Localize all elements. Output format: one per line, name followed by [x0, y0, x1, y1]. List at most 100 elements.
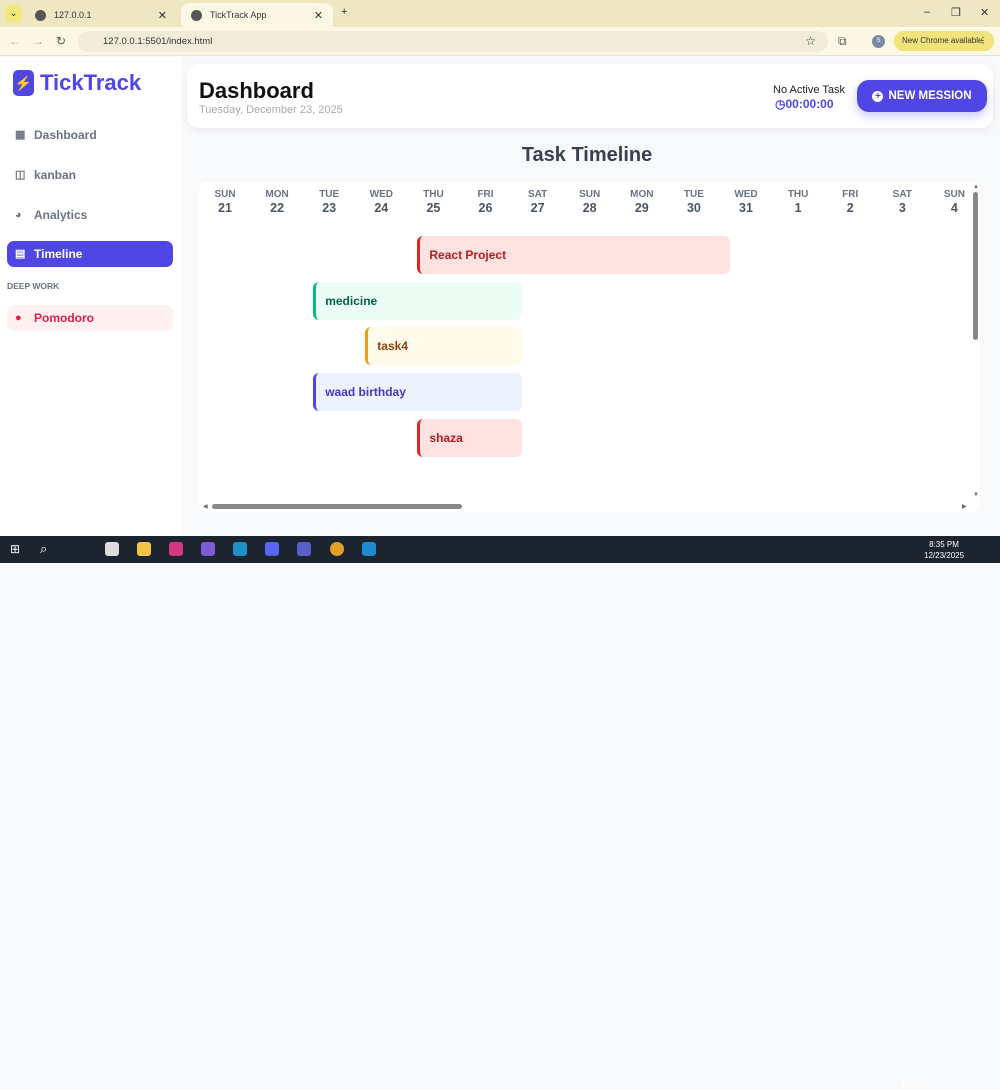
day-name: MON	[265, 189, 289, 200]
day-name: SUN	[214, 189, 236, 200]
discord-icon[interactable]	[265, 542, 279, 556]
logo[interactable]: ⚡ TickTrack	[13, 70, 141, 96]
scroll-left-arrow[interactable]: ◀	[203, 503, 208, 510]
new-mission-button[interactable]: + NEW MESSION	[857, 80, 987, 112]
day-name: TUE	[319, 189, 340, 200]
update-label: New Chrome available	[902, 36, 983, 45]
day-number: 31	[739, 201, 753, 215]
day-column-header: SAT 27	[512, 189, 564, 215]
visual-studio-icon[interactable]	[201, 542, 215, 556]
day-number: 30	[686, 201, 701, 215]
url-input[interactable]: 127.0.0.1:5501/index.html ☆	[78, 31, 828, 52]
globe-icon	[35, 9, 46, 21]
browser-tab[interactable]: 127.0.0.1 ✕	[25, 3, 177, 27]
plus-icon: +	[872, 90, 884, 102]
day-column-header: TUE 30	[668, 189, 720, 215]
minimize-button[interactable]: –	[924, 6, 930, 18]
day-name: SAT	[892, 189, 912, 200]
day-name: SUN	[579, 189, 601, 200]
day-number: 2	[846, 201, 854, 215]
tab-label: TickTrack App	[210, 10, 267, 20]
task-bar[interactable]: medicine	[313, 281, 522, 320]
task-timer: ◷00:00:00	[775, 97, 834, 111]
chrome-icon[interactable]	[330, 542, 344, 556]
day-column-header: TUE 23	[303, 189, 355, 215]
update-chrome-button[interactable]: New Chrome available ⋮	[894, 31, 994, 51]
bolt-icon: ⚡	[13, 70, 34, 96]
vertical-scrollbar[interactable]	[973, 192, 978, 340]
sidebar-item-timeline[interactable]: ▤ Timeline	[7, 241, 173, 267]
day-name: THU	[423, 189, 444, 200]
star-icon[interactable]: ☆	[805, 31, 816, 52]
sidebar-item-analytics[interactable]: ◕ Analytics	[7, 202, 173, 228]
day-number: 22	[270, 201, 285, 215]
day-number: 1	[794, 201, 802, 215]
new-tab-button[interactable]: +	[341, 6, 347, 18]
horizontal-scrollbar[interactable]	[212, 504, 462, 509]
maximize-button[interactable]: ❐	[951, 6, 961, 19]
day-column-header: SAT 3	[876, 189, 928, 215]
tab-search-button[interactable]: ⌄	[5, 5, 22, 22]
reload-button[interactable]: ↻	[56, 34, 66, 48]
windows-start-icon[interactable]: ⊞	[10, 542, 20, 556]
day-number: 23	[322, 201, 337, 215]
search-icon[interactable]: ⌕	[40, 541, 47, 557]
windows-taskbar: ⊞ ⌕ ENG	[0, 536, 1000, 1090]
timeline-title: Task Timeline	[521, 144, 653, 166]
browser-tab-bar: ⌄ 127.0.0.1 ✕ TickTrack App ✕ + – ❐ ✕	[0, 0, 1000, 27]
profile-avatar[interactable]: S	[872, 35, 885, 48]
back-button[interactable]: ←	[9, 34, 21, 48]
board-icon: ◫	[15, 168, 26, 181]
day-column-header: WED 24	[355, 189, 407, 215]
sidebar-item-label: kanban	[34, 168, 77, 182]
sidebar-item-label: Timeline	[34, 247, 83, 261]
sidebar-item-label: Pomodoro	[34, 311, 94, 325]
sidebar: ⚡ TickTrack ▦ Dashboard ◫ kanban ◕ Analytics…	[0, 57, 181, 536]
scroll-down-arrow[interactable]: ▼	[973, 492, 979, 498]
task-bar[interactable]: waad birthday	[313, 373, 522, 412]
task-bar[interactable]: task4	[365, 327, 522, 366]
forward-button[interactable]: →	[32, 34, 44, 48]
day-number: 21	[218, 201, 232, 215]
timeline-grid: SUN 21 MON 22 TUE 23 WED 24 THU 25 FRI 26 SAT 27 SUN 28…	[199, 182, 980, 512]
day-column-header: SUN 28	[564, 189, 616, 215]
day-column-header: MON 22	[251, 189, 303, 215]
close-icon[interactable]: ✕	[314, 9, 323, 22]
day-name: WED	[734, 189, 758, 200]
dashboard-header: Dashboard Tuesday, December 23, 2025 No …	[187, 64, 993, 128]
day-name: THU	[787, 189, 809, 200]
clock-time: 8:35 PM	[929, 540, 959, 549]
task-bar[interactable]: React Project	[417, 236, 730, 274]
vscode-icon[interactable]	[362, 542, 376, 556]
url-text: 127.0.0.1:5501/index.html	[103, 36, 213, 47]
language-indicator[interactable]: ENG	[902, 1081, 919, 1090]
system-clock[interactable]: 8:35 PM 12/23/2025	[924, 539, 964, 561]
day-name: WED	[369, 189, 393, 200]
timer-value: 00:00:00	[785, 97, 834, 111]
scroll-up-arrow[interactable]: ▲	[973, 184, 979, 190]
instagram-icon[interactable]	[169, 542, 183, 556]
scroll-right-arrow[interactable]: ▶	[962, 503, 967, 510]
camera-app-icon[interactable]	[105, 542, 119, 556]
page-title: Dashboard	[199, 78, 314, 103]
day-column-header: THU 25	[407, 189, 459, 215]
sidebar-item-label: Dashboard	[34, 128, 97, 142]
current-date: Tuesday, December 23, 2025	[199, 104, 343, 116]
day-number: 3	[898, 201, 906, 215]
extensions-icon[interactable]: ⧉	[838, 34, 847, 49]
close-icon[interactable]: ✕	[158, 9, 167, 22]
sidebar-item-pomodoro[interactable]: ● Pomodoro	[7, 305, 173, 331]
logo-text: TickTrack	[40, 70, 142, 95]
edge-icon[interactable]	[233, 542, 247, 556]
more-icon[interactable]: ⋮	[979, 31, 987, 51]
close-window-button[interactable]: ✕	[980, 6, 989, 19]
clock-icon: ●	[15, 311, 22, 324]
day-number: 26	[478, 201, 493, 215]
button-label: NEW MESSION	[888, 90, 972, 102]
section-heading: DEEP WORK	[7, 281, 60, 291]
browser-tab-active[interactable]: TickTrack App ✕	[181, 3, 333, 27]
file-explorer-icon[interactable]	[137, 542, 151, 556]
task-bar[interactable]: shaza	[417, 418, 522, 457]
clock-icon: ◷	[775, 97, 786, 111]
teams-icon[interactable]	[297, 542, 311, 556]
